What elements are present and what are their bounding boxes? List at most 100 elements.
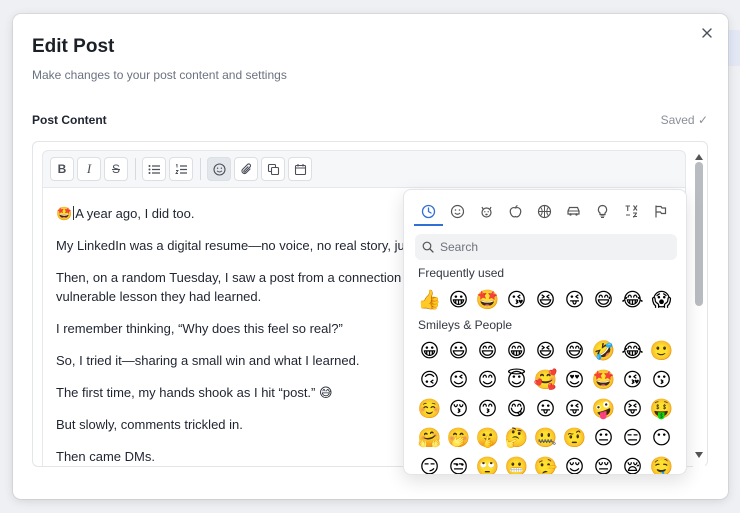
tab-activity[interactable]: [530, 198, 559, 226]
italic-button[interactable]: I: [77, 157, 101, 181]
tab-symbols[interactable]: [617, 198, 646, 226]
emoji-option[interactable]: 😀: [415, 337, 444, 366]
emoji-option[interactable]: 😆: [531, 286, 560, 315]
toolbar-divider: [135, 158, 136, 180]
bold-icon: B: [57, 162, 67, 176]
emoji-option[interactable]: 😊: [473, 366, 502, 395]
emoji-icon: [212, 162, 226, 176]
editor-toolbar: B I S: [42, 150, 686, 188]
emoji-option[interactable]: 😋: [502, 395, 531, 424]
calendar-icon: [294, 163, 306, 175]
symbols-icon: [625, 204, 638, 218]
emoji-option[interactable]: 🤥: [531, 453, 560, 474]
emoji-search: [415, 234, 677, 260]
emoji-option[interactable]: 😘: [502, 286, 531, 315]
emoji-option[interactable]: 😙: [473, 395, 502, 424]
schedule-button[interactable]: [288, 157, 312, 181]
emoji-option[interactable]: 😃: [444, 337, 473, 366]
emoji-option[interactable]: 😪: [618, 453, 647, 474]
emoji-option[interactable]: 🙄: [473, 453, 502, 474]
emoji-option[interactable]: ☺️: [415, 395, 444, 424]
emoji-option[interactable]: 😜: [560, 286, 589, 315]
paragraph-text: A year ago, I did too.: [75, 206, 195, 221]
emoji-option[interactable]: 😗: [647, 366, 676, 395]
emoji-picker: Frequently used 👍😀🤩😘😆😜😅😂😱 Smileys & Peop…: [403, 189, 687, 475]
emoji-option[interactable]: 😑: [618, 424, 647, 453]
search-icon: [422, 241, 434, 253]
emoji-option[interactable]: 😂: [618, 337, 647, 366]
emoji-row: 🙃 😉 😊 😇 🥰 😍 🤩 😘 😗: [415, 366, 676, 395]
emoji-option[interactable]: 🤔: [502, 424, 531, 453]
emoji-option[interactable]: 😚: [444, 395, 473, 424]
emoji-search-input[interactable]: [440, 240, 660, 254]
edit-post-modal: Edit Post Make changes to your post cont…: [13, 14, 728, 499]
emoji-option[interactable]: 😁: [502, 337, 531, 366]
tab-objects[interactable]: [588, 198, 617, 226]
emoji-option[interactable]: 😝: [618, 395, 647, 424]
smileys-people-label: Smileys & People: [418, 318, 513, 332]
emoji-option[interactable]: 🤪: [589, 395, 618, 424]
frequently-used-label: Frequently used: [418, 266, 505, 280]
emoji-option[interactable]: 🤩: [473, 286, 502, 315]
emoji-option[interactable]: 🥰: [531, 366, 560, 395]
frequently-used-row: 👍 😀 🤩 😘 😆 😜 😅 😂 😱: [415, 286, 676, 315]
bulleted-list-button[interactable]: [142, 157, 166, 181]
background-panel: [726, 30, 740, 66]
emoji-option[interactable]: 🤗: [415, 424, 444, 453]
copy-icon: [267, 163, 279, 175]
bulleted-list-icon: [148, 164, 160, 174]
emoji-option[interactable]: 🤐: [531, 424, 560, 453]
emoji-option[interactable]: 😜: [560, 395, 589, 424]
emoji-option[interactable]: 😍: [560, 366, 589, 395]
emoji-option[interactable]: 🤣: [589, 337, 618, 366]
attach-button[interactable]: [234, 157, 258, 181]
emoji-option[interactable]: 😘: [618, 366, 647, 395]
emoji-option[interactable]: 😅: [589, 286, 618, 315]
emoji-option[interactable]: 😅: [560, 337, 589, 366]
tab-travel[interactable]: [559, 198, 588, 226]
strikethrough-button[interactable]: S: [104, 157, 128, 181]
tab-animals[interactable]: [472, 198, 501, 226]
emoji-option[interactable]: 😌: [560, 453, 589, 474]
scroll-thumb[interactable]: [695, 162, 703, 306]
emoji-option[interactable]: 😄: [473, 337, 502, 366]
emoji-option[interactable]: 😶: [647, 424, 676, 453]
emoji-option[interactable]: 😉: [444, 366, 473, 395]
scroll-up-icon[interactable]: [695, 154, 703, 160]
emoji-option[interactable]: 🤭: [444, 424, 473, 453]
emoji-option[interactable]: 👍: [415, 286, 444, 315]
emoji-option[interactable]: 🤑: [647, 395, 676, 424]
emoji-option[interactable]: 🤫: [473, 424, 502, 453]
emoji-option[interactable]: 😀: [444, 286, 473, 315]
emoji-option[interactable]: 😱: [647, 286, 676, 315]
toolbar-divider: [200, 158, 201, 180]
emoji-option[interactable]: 😬: [502, 453, 531, 474]
modal-subtitle: Make changes to your post content and se…: [32, 68, 287, 82]
emoji-option[interactable]: 😏: [415, 453, 444, 474]
close-button[interactable]: [698, 24, 716, 42]
recent-icon: [421, 204, 436, 218]
emoji-option[interactable]: 😂: [618, 286, 647, 315]
smiley-icon: [450, 204, 465, 218]
numbered-list-button[interactable]: [169, 157, 193, 181]
emoji-option[interactable]: 🤩: [589, 366, 618, 395]
tab-smileys[interactable]: [443, 198, 472, 226]
copy-button[interactable]: [261, 157, 285, 181]
emoji-option[interactable]: 🙂: [647, 337, 676, 366]
emoji-option[interactable]: 😆: [531, 337, 560, 366]
emoji-option[interactable]: 😔: [589, 453, 618, 474]
emoji-button[interactable]: [207, 157, 231, 181]
emoji-option[interactable]: 😒: [444, 453, 473, 474]
scroll-down-icon[interactable]: [695, 452, 703, 458]
bold-button[interactable]: B: [50, 157, 74, 181]
tab-flags[interactable]: [646, 198, 675, 226]
tab-food[interactable]: [501, 198, 530, 226]
emoji-option[interactable]: 😛: [531, 395, 560, 424]
animal-icon: [481, 206, 492, 218]
emoji-option[interactable]: 😐: [589, 424, 618, 453]
emoji-option[interactable]: 🤨: [560, 424, 589, 453]
emoji-option[interactable]: 😇: [502, 366, 531, 395]
emoji-option[interactable]: 🤤: [647, 453, 676, 474]
emoji-option[interactable]: 🙃: [415, 366, 444, 395]
tab-recent[interactable]: [414, 198, 443, 226]
